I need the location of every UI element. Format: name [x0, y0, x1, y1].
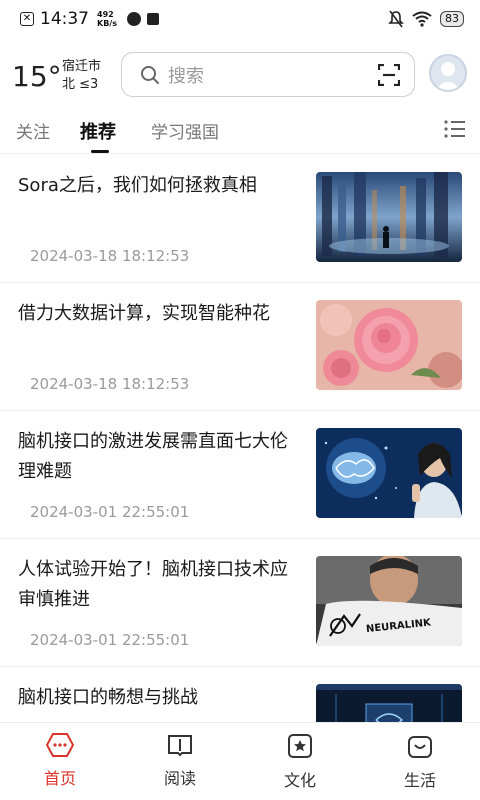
status-left: ✕ 14:37 492 KB/s: [20, 9, 159, 29]
weather-city: 宿迁市: [62, 59, 102, 74]
news-item[interactable]: 脑机接口的激进发展需直面七大伦理难题 2024-03-01 22:55:01: [0, 411, 480, 539]
nav-read[interactable]: 阅读: [150, 733, 210, 789]
header: 15° 宿迁市 北 ≤3 搜索: [0, 44, 480, 104]
search-placeholder: 搜索: [168, 65, 204, 87]
bottom-navigation: 首页 阅读 文化 生活: [0, 722, 480, 800]
pink-rose-image[interactable]: [316, 300, 462, 390]
battery-icon: 83: [440, 11, 464, 27]
nav-life[interactable]: 生活: [390, 733, 450, 791]
news-item[interactable]: Sora之后，我们如何拯救真相 2024-03-18 18:12:53: [0, 155, 480, 283]
news-time: 2024-03-18 18:12:53: [30, 247, 190, 265]
news-title[interactable]: 借力大数据计算，实现智能种花: [18, 299, 300, 329]
news-feed: Sora之后，我们如何拯救真相 2024-03-18 18:12:53 借力大数…: [0, 155, 480, 722]
wifi-icon: [412, 11, 432, 27]
brain-hologram-image[interactable]: [316, 428, 462, 518]
neuralink-image[interactable]: NEURALINK: [316, 556, 462, 646]
network-speed-value: 492: [97, 10, 114, 19]
scan-icon[interactable]: [378, 64, 400, 86]
news-title[interactable]: 脑机接口的激进发展需直面七大伦理难题: [18, 427, 300, 487]
nav-life-label: 生活: [403, 771, 436, 790]
weather-temperature[interactable]: 15°: [12, 60, 62, 93]
tab-follow[interactable]: 关注: [16, 118, 50, 143]
app-status-square-icon: [146, 13, 159, 25]
status-bar: ✕ 14:37 492 KB/s 83: [0, 0, 480, 38]
news-title[interactable]: Sora之后，我们如何拯救真相: [18, 171, 300, 201]
news-item[interactable]: 借力大数据计算，实现智能种花 2024-03-18 18:12:53: [0, 283, 480, 411]
active-tab-indicator: [91, 150, 109, 153]
nav-culture[interactable]: 文化: [270, 733, 330, 791]
news-item[interactable]: 人体试验开始了！脑机接口技术应审慎推进 2024-03-01 22:55:01 …: [0, 539, 480, 667]
news-title[interactable]: 脑机接口的畅想与挑战: [18, 683, 300, 713]
smile-bag-icon: [408, 736, 432, 758]
book-icon: [168, 735, 192, 757]
news-time: 2024-03-18 18:12:53: [30, 375, 190, 393]
chip-image[interactable]: [316, 684, 462, 722]
mute-icon: [388, 10, 404, 28]
star-box-icon: [288, 734, 312, 758]
weather-location[interactable]: 宿迁市 北 ≤3: [62, 58, 101, 94]
user-icon: [435, 62, 461, 90]
tab-recommend[interactable]: 推荐: [80, 118, 116, 144]
tab-xuexi[interactable]: 学习强国: [151, 118, 219, 143]
nav-culture-label: 文化: [283, 771, 316, 790]
weather-wind: 北 ≤3: [62, 77, 99, 92]
news-time: 2024-03-01 22:55:01: [30, 503, 190, 521]
news-title[interactable]: 人体试验开始了！脑机接口技术应审慎推进: [18, 555, 300, 615]
app-status-icon: [126, 12, 141, 26]
notification-icon: ✕: [20, 12, 34, 26]
nav-read-label: 阅读: [163, 769, 196, 788]
network-speed-unit: KB/s: [97, 19, 117, 28]
news-time: 2024-03-01 22:55:01: [30, 631, 190, 649]
home-icon: [46, 733, 74, 757]
search-icon: [141, 65, 159, 84]
avatar[interactable]: [429, 54, 467, 92]
search-bar[interactable]: 搜索: [121, 52, 415, 97]
status-right: 83: [388, 10, 464, 28]
network-speed: 492 KB/s: [97, 10, 117, 28]
nav-home[interactable]: 首页: [30, 733, 90, 789]
channel-tabs: 关注 推荐 学习强国: [0, 106, 480, 154]
nav-home-label: 首页: [43, 769, 76, 788]
channel-menu-icon[interactable]: [444, 120, 466, 138]
news-item[interactable]: 脑机接口的畅想与挑战: [0, 667, 480, 722]
status-time: 14:37: [40, 9, 89, 29]
sora-city-image[interactable]: [316, 172, 462, 262]
